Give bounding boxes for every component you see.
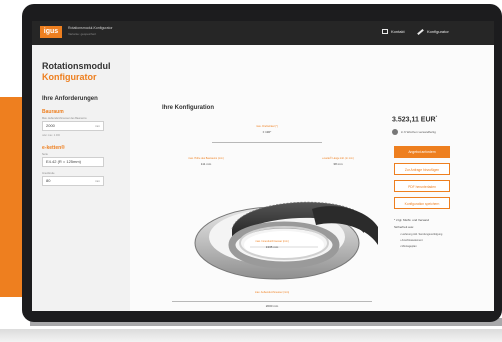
section-chain: e-ketten® — [42, 145, 65, 151]
height-value: 111 mm — [200, 162, 212, 166]
total-price: 3.523,11 EUR* — [392, 114, 437, 123]
angle-dimension-line — [212, 142, 322, 143]
top-navigation-bar: igus Rotationsmodul-Konfigurator Variant… — [32, 21, 494, 45]
wrench-icon — [417, 28, 424, 35]
clock-icon — [392, 129, 398, 135]
nav-contact[interactable]: Kontakt — [382, 29, 405, 34]
width-input[interactable]: 80 mm — [42, 176, 104, 186]
width-input-value: 80 — [46, 178, 51, 183]
page-title: Rotationsmodul — [42, 61, 111, 71]
nav-configurator[interactable]: Konfigurator — [417, 28, 449, 35]
includes-item: • Lieferung inkl. Sendungsverfolgung — [400, 233, 443, 236]
width-unit: mm — [95, 179, 100, 183]
outer-dimension-line — [172, 301, 372, 302]
delivery-text: in 6 Wochen versandfertig — [401, 130, 436, 134]
space-input[interactable]: 2000 mm — [42, 121, 104, 131]
nav-configurator-label: Konfigurator — [427, 29, 449, 34]
delivery-info: in 6 Wochen versandfertig — [392, 129, 441, 135]
includes-item-label: Lieferung inkl. Sendungsverfolgung — [401, 233, 443, 236]
includes-item-label: Montageplan — [401, 245, 417, 248]
chain-length-label: e-kette® Länge inkl. (in mm) — [322, 157, 354, 160]
includes-heading: Sicherheit aus: — [394, 225, 414, 229]
price-footnote: * zzgl. MwSt. und Versand — [394, 218, 430, 222]
inner-diameter-value: 1335 mm — [265, 245, 279, 249]
price-value: 3.523,11 EUR — [392, 116, 436, 124]
laptop-screen: igus Rotationsmodul-Konfigurator Variant… — [32, 21, 494, 311]
outer-diameter-value: 2000 mm — [265, 304, 279, 308]
save-configuration-button[interactable]: Konfiguration speichern — [394, 197, 450, 209]
space-unit: mm — [95, 124, 100, 128]
chain-length-value: 38 mm — [333, 162, 343, 166]
app-title: Rotationsmodul-Konfigurator — [68, 26, 113, 30]
includes-item: • Montageplan — [400, 245, 417, 248]
laptop-base — [0, 329, 502, 342]
chain-select-value: E4.42 (R = 125mm) — [46, 159, 82, 164]
inner-diameter-label: max. Innendurchmesser (mm) — [255, 240, 289, 243]
download-pdf-button[interactable]: PDF herunterladen — [394, 180, 450, 192]
section-space: Bauraum — [42, 109, 64, 115]
angle-label: max. Drehwinkel (°) — [256, 125, 278, 128]
width-field-label: Innenbreite — [42, 172, 55, 175]
height-label: max. Höhe des Bauraums (mm) — [188, 157, 224, 160]
app-subtitle: Variante: gespeichert — [68, 32, 97, 36]
configuration-heading: Ihre Konfiguration — [162, 105, 214, 111]
add-to-inquiry-button[interactable]: Zur Anfrage hinzufügen — [394, 163, 450, 175]
laptop-frame: igus Rotationsmodul-Konfigurator Variant… — [22, 4, 502, 322]
chain-field-label: Serie — [42, 153, 48, 156]
space-field-label: Max. Außendurchmesser des Bauraums — [42, 117, 87, 120]
igus-logo[interactable]: igus — [40, 26, 62, 38]
includes-item: • Anschlusselement — [400, 239, 423, 242]
rotation-module-illustration[interactable] — [192, 171, 387, 286]
page-subtitle: Konfigurator — [42, 72, 97, 82]
outer-diameter-label: max. Außendurchmesser (mm) — [254, 291, 290, 294]
mail-icon — [382, 29, 388, 34]
space-hint: oder max. 2.000 — [42, 134, 61, 137]
requirements-heading: Ihre Anforderungen — [42, 96, 98, 102]
nav-contact-label: Kontakt — [391, 29, 405, 34]
space-input-value: 2000 — [46, 123, 55, 128]
includes-item-label: Anschlusselement — [401, 239, 423, 242]
angle-value: ± 190° — [262, 130, 272, 134]
request-quote-button[interactable]: Angebot anfordern — [394, 146, 450, 158]
price-footnote-mark: * — [435, 114, 438, 119]
chain-select[interactable]: E4.42 (R = 125mm) — [42, 157, 104, 167]
